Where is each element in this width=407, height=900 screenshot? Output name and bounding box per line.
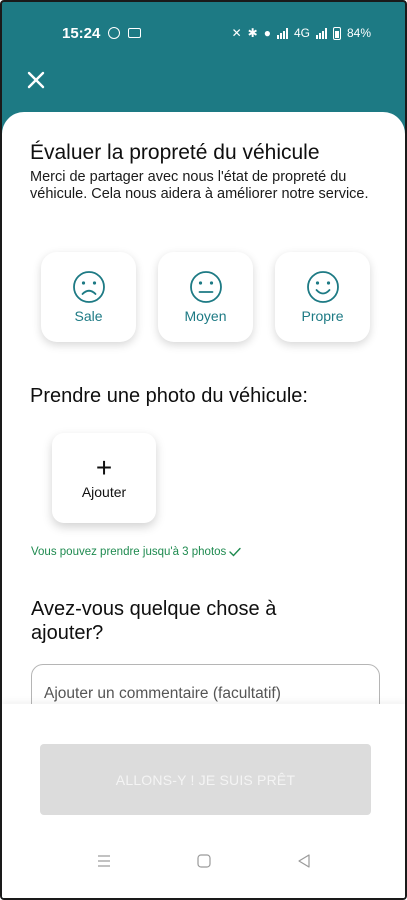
network-type-label: 4G: [293, 26, 310, 40]
neutral-face-icon: [189, 271, 222, 303]
comment-section-title: Avez-vous quelque chose à ajouter?: [31, 598, 277, 644]
battery-level: 84%: [346, 26, 371, 40]
rating-title: Évaluer la propreté du véhicule: [30, 141, 320, 164]
home-square-icon: [196, 854, 211, 868]
photo-hint-text: Vous pouvez prendre jusqu'à 3 photos: [31, 546, 227, 558]
rating-option-moyen[interactable]: Moyen: [158, 252, 253, 342]
bottom-sheet: Évaluer la propreté du véhicule Merci de…: [2, 112, 405, 898]
signal-icon: [276, 27, 288, 39]
close-button[interactable]: [22, 66, 50, 94]
rating-option-sale[interactable]: Sale: [41, 252, 136, 342]
rating-label-moyen: Moyen: [184, 308, 227, 324]
rating-subtitle: Merci de partager avec nous l'état de pr…: [30, 169, 369, 202]
happy-face-icon: [306, 271, 339, 303]
rating-label-sale: Sale: [74, 308, 103, 324]
rating-options: Sale Moyen Propre: [41, 252, 370, 342]
status-bar: 15:24 ✕ ✱ ● 4G 84%: [2, 2, 405, 64]
add-photo-label: Ajouter: [81, 484, 127, 500]
nav-home-button[interactable]: [194, 851, 214, 871]
add-photo-button[interactable]: + Ajouter: [52, 433, 156, 523]
whatsapp-icon: [108, 27, 121, 39]
menu-icon: [97, 855, 110, 867]
photo-section-title: Prendre une photo du véhicule:: [30, 385, 308, 407]
mute-icon: ✕: [231, 26, 242, 40]
rating-label-propre: Propre: [301, 308, 344, 324]
ready-button[interactable]: ALLONS-Y ! JE SUIS PRÊT: [40, 744, 371, 815]
comment-field[interactable]: [31, 664, 380, 704]
check-icon: [229, 547, 241, 557]
sad-face-icon: [72, 271, 105, 303]
scroll-content[interactable]: Évaluer la propreté du véhicule Merci de…: [2, 112, 405, 704]
system-navigation-bar: [2, 824, 405, 898]
status-time: 15:24: [62, 24, 101, 42]
back-triangle-icon: [297, 854, 310, 868]
nav-back-button[interactable]: [294, 851, 314, 871]
nav-menu-button[interactable]: [94, 851, 114, 871]
close-icon: [27, 71, 45, 89]
photo-hint: Vous pouvez prendre jusqu'à 3 photos: [31, 546, 241, 558]
app-frame: 15:24 ✕ ✱ ● 4G 84% Évaluer la propreté d…: [0, 0, 407, 900]
message-icon: [128, 28, 142, 38]
comment-input[interactable]: [44, 685, 367, 703]
rating-option-propre[interactable]: Propre: [275, 252, 370, 342]
plus-icon: +: [95, 452, 113, 483]
signal-icon-2: [315, 27, 327, 39]
battery-icon: [332, 26, 341, 40]
bluetooth-icon: ✱: [247, 26, 258, 40]
location-icon: ●: [263, 26, 271, 40]
